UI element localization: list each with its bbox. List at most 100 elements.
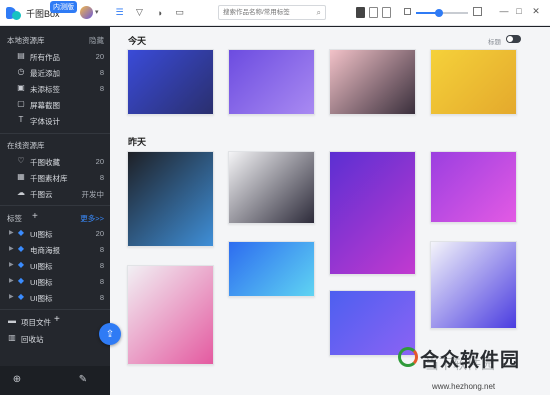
chevron-down-icon[interactable]: ▾ (95, 8, 99, 16)
tag-icon: ◆ (17, 276, 25, 285)
tag-item[interactable]: ▶ ◆ UI图标 20 (0, 226, 110, 240)
thumbnail-poster-grid[interactable] (329, 151, 416, 275)
sidebar-item-screenshots[interactable]: ▢ 屏幕截图 (0, 97, 110, 111)
more-tags-link[interactable]: 更多>> (80, 213, 104, 224)
tag-count: 8 (99, 245, 104, 254)
app-logo (6, 5, 22, 21)
title-toggle-label: 标题 (488, 39, 501, 46)
sidebar-item-favorites[interactable]: ♡ 千图收藏 20 (0, 154, 110, 168)
sidebar-item-label: 千图收藏 (30, 158, 60, 167)
sidebar-item-fonts[interactable]: T 字体设计 (0, 113, 110, 127)
thumbnail-skull-art[interactable] (127, 265, 214, 365)
untagged-icon: ▣ (17, 83, 25, 92)
zoom-in-icon[interactable] (473, 7, 482, 16)
caret-right-icon[interactable]: ▶ (9, 293, 14, 300)
add-circle-icon[interactable]: ⊕ (11, 374, 23, 386)
tag-item[interactable]: ▶ ◆ 电商海报 8 (0, 242, 110, 256)
caret-right-icon[interactable]: ▶ (9, 229, 14, 236)
edit-icon[interactable]: ✎ (77, 374, 89, 386)
tag-icon: ◆ (17, 292, 25, 301)
sidebar-item-count: 20 (95, 52, 104, 61)
tag-item[interactable]: ▶ ◆ UI图标 8 (0, 290, 110, 304)
add-project-button[interactable]: + (54, 314, 60, 325)
section-today-title: 今天 (128, 36, 147, 46)
search-icon[interactable]: ⌕ (317, 8, 321, 18)
list-view-icon[interactable] (382, 7, 391, 18)
watermark-logo (398, 347, 418, 367)
sidebar-item-cloud[interactable]: ☁ 千图云 开发中 (0, 186, 110, 200)
sidebar-item-label: 字体设计 (30, 117, 60, 126)
sidebar-toggle-icon[interactable]: ☰ (112, 5, 127, 20)
thumbnail-neon-face[interactable] (430, 241, 517, 329)
tags-title: 标签 (7, 214, 22, 223)
zoom-slider-knob[interactable] (435, 9, 444, 17)
grid-view-icon[interactable] (356, 7, 365, 18)
maximize-icon[interactable]: □ (513, 6, 525, 16)
filter-icon[interactable]: ▽ (132, 5, 147, 20)
thumbnail-communications-banner[interactable] (329, 290, 416, 356)
zoom-out-icon[interactable] (404, 8, 411, 15)
main-content: 今天 标题 昨天 (110, 27, 550, 395)
section-yesterday-title: 昨天 (128, 137, 147, 147)
search-input[interactable] (219, 6, 309, 19)
cloud-icon: ☁ (17, 188, 25, 197)
tag-label: UI图标 (30, 278, 53, 287)
tag-icon: ◆ (17, 244, 25, 253)
waterfall-view-icon[interactable] (369, 7, 378, 18)
sidebar-item-trash[interactable]: ▥ 回收站 (0, 331, 110, 345)
zoom-slider[interactable] (416, 9, 468, 17)
thumbnail-ui-screens[interactable] (127, 49, 214, 115)
sidebar-item-all[interactable]: ▤ 所有作品 20 (0, 49, 110, 63)
sidebar-divider (0, 205, 110, 206)
sidebar-item-label: 所有作品 (30, 53, 60, 62)
tag-icon: ◆ (17, 260, 25, 269)
tag-count: 8 (99, 293, 104, 302)
add-tag-button[interactable]: + (32, 211, 38, 222)
thumbnail-portrait-glitch[interactable] (329, 49, 416, 115)
sidebar-item-count: 8 (99, 68, 104, 77)
tag-count: 8 (99, 261, 104, 270)
watermark-url: www.hezhong.net (432, 382, 496, 391)
heart-icon: ♡ (17, 156, 25, 165)
sidebar-item-material-library[interactable]: ▦ 千图素材库 8 (0, 170, 110, 184)
sidebar-item-label: 千图素材库 (30, 174, 68, 183)
screenshot-icon: ▢ (17, 99, 25, 108)
caret-right-icon[interactable]: ▶ (9, 277, 14, 284)
search-box[interactable]: ⌕ (218, 5, 326, 20)
close-icon[interactable]: ✕ (530, 6, 542, 17)
sidebar-item-label: 最近添加 (30, 69, 60, 78)
sidebar-item-count: 8 (99, 173, 104, 182)
thumbnail-web-mockups[interactable] (228, 151, 315, 224)
tag-item[interactable]: ▶ ◆ UI图标 8 (0, 274, 110, 288)
sidebar-item-projects[interactable]: ▬ 项目文件 + (0, 314, 110, 328)
sidebar: 本地资源库 隐藏 ▤ 所有作品 20 ◷ 最近添加 8 ▣ 未添标签 8 ▢ 屏… (0, 27, 110, 395)
thumbnail-blue-landscape[interactable] (228, 241, 315, 297)
minimize-icon[interactable]: — (498, 6, 510, 16)
title-toggle[interactable] (506, 35, 521, 43)
thumbnail-isometric-cube[interactable] (430, 151, 517, 223)
sidebar-item-recent[interactable]: ◷ 最近添加 8 (0, 65, 110, 79)
tag-count: 20 (95, 229, 104, 238)
caret-right-icon[interactable]: ▶ (9, 261, 14, 268)
user-avatar[interactable] (80, 6, 93, 19)
caret-right-icon[interactable]: ▶ (9, 245, 14, 252)
thumbnail-dark-app-ui[interactable] (127, 151, 214, 247)
trash-label: 回收站 (21, 335, 44, 344)
tag-item[interactable]: ▶ ◆ UI图标 8 (0, 258, 110, 272)
upload-button[interactable]: ⇪ (99, 323, 121, 345)
color-palette-icon[interactable]: ◑ (152, 5, 167, 20)
screen-capture-icon[interactable]: ▭ (172, 5, 187, 20)
thumbnail-isometric-desk[interactable] (228, 49, 315, 115)
tag-label: UI图标 (30, 294, 53, 303)
online-library-title: 在线资源库 (7, 141, 45, 150)
upload-icon: ⇪ (105, 328, 115, 340)
images-icon: ▤ (17, 51, 25, 60)
trash-icon: ▥ (8, 333, 16, 342)
tag-label: UI图标 (30, 262, 53, 271)
watermark-title: 合众软件园 (420, 349, 521, 371)
sidebar-item-label: 屏幕截图 (30, 101, 60, 110)
sidebar-item-untagged[interactable]: ▣ 未添标签 8 (0, 81, 110, 95)
tag-label: UI图标 (30, 230, 53, 239)
hide-local-button[interactable]: 隐藏 (89, 35, 104, 46)
thumbnail-portrait-curly[interactable] (430, 49, 517, 115)
